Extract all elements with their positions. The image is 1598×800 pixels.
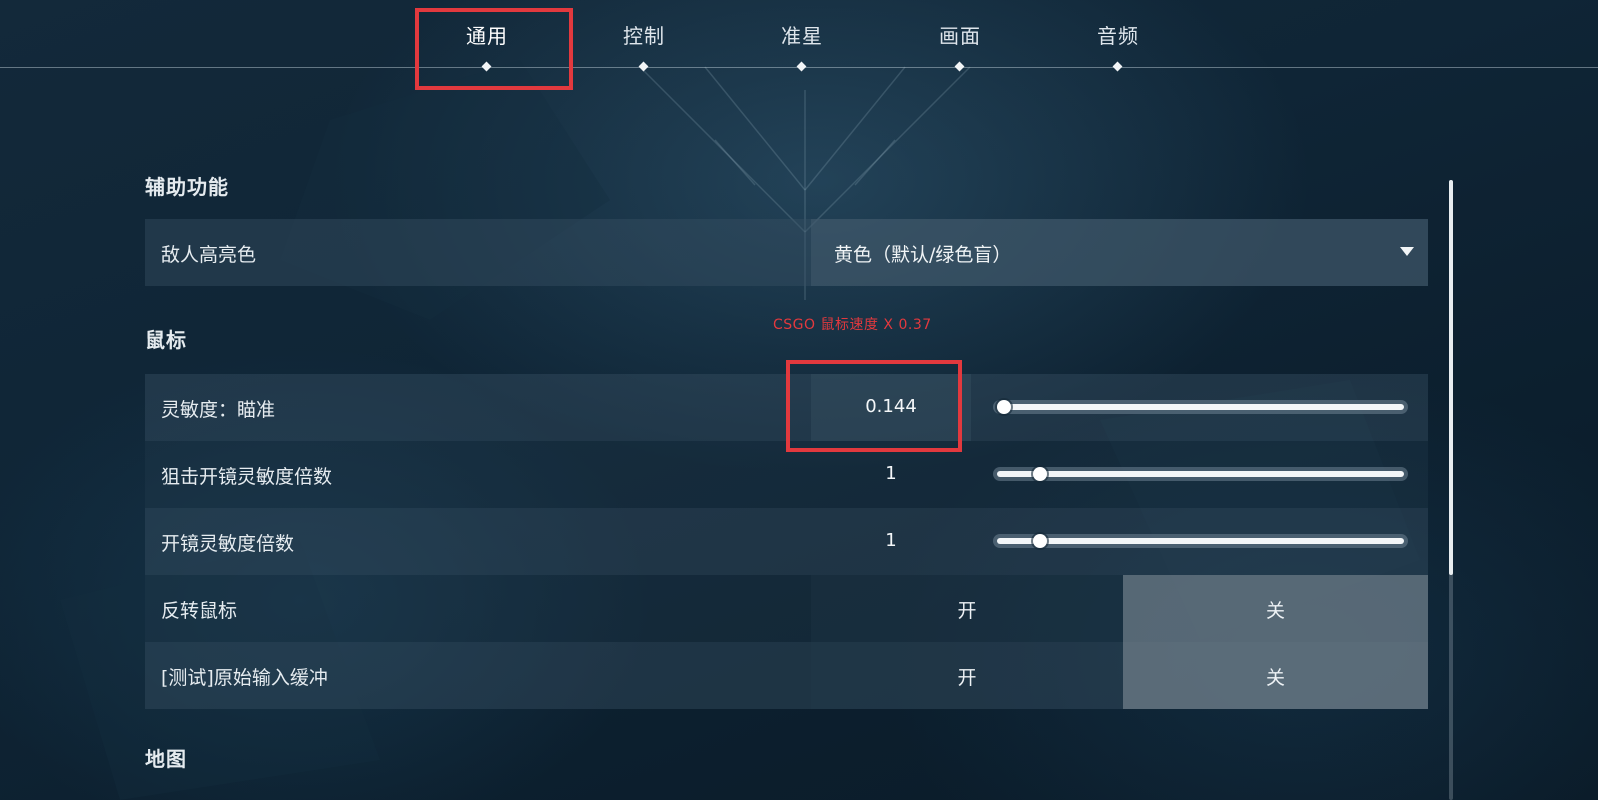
scrollbar-thumb[interactable] (1449, 180, 1453, 575)
tab-diamond-icon (796, 61, 807, 72)
slider-track (997, 471, 1404, 477)
slider-track (997, 404, 1404, 410)
raw-input-buffer-off-button[interactable]: 关 (1123, 642, 1428, 709)
setting-row-enemy-highlight: 敌人高亮色 黄色（默认/绿色盲） (145, 219, 1428, 286)
csgo-conversion-note: CSGO 鼠标速度 X 0.37 (773, 317, 932, 333)
tab-diamond-icon (954, 61, 965, 72)
section-title-mouse: 鼠标 (145, 328, 187, 352)
chevron-down-icon (1400, 247, 1414, 256)
section-title-map: 地图 (145, 747, 187, 771)
setting-label: 灵敏度：瞄准 (161, 399, 276, 421)
toggle-off-label: 关 (1265, 600, 1285, 622)
zoom-multiplier-value: 1 (885, 530, 897, 551)
tab-controls-label: 控制 (623, 24, 665, 48)
slider-track (997, 538, 1404, 544)
scrollbar[interactable] (1449, 180, 1453, 800)
setting-label: 敌人高亮色 (161, 244, 257, 266)
invert-mouse-on-button[interactable]: 开 (811, 575, 1123, 642)
sniper-zoom-multiplier-slider[interactable] (993, 467, 1408, 481)
tab-controls[interactable]: 控制 (569, 0, 719, 90)
setting-row-invert-mouse: 反转鼠标 开 关 (145, 575, 1428, 642)
invert-mouse-off-button[interactable]: 关 (1123, 575, 1428, 642)
tab-crosshair[interactable]: 准星 (727, 0, 877, 90)
tab-audio[interactable]: 音频 (1043, 0, 1193, 90)
setting-row-zoom-multiplier: 开镜灵敏度倍数 1 (145, 508, 1428, 575)
sniper-zoom-multiplier-value: 1 (885, 463, 897, 484)
enemy-highlight-dropdown[interactable]: 黄色（默认/绿色盲） (811, 219, 1428, 286)
tab-diamond-icon (1112, 61, 1123, 72)
zoom-multiplier-slider[interactable] (993, 534, 1408, 548)
sensitivity-highlight-annotation (786, 360, 962, 452)
setting-label: 狙击开镜灵敏度倍数 (161, 466, 333, 488)
tab-audio-label: 音频 (1097, 24, 1139, 48)
section-title-accessibility: 辅助功能 (145, 175, 229, 199)
slider-thumb[interactable] (997, 400, 1011, 414)
tab-crosshair-label: 准星 (781, 24, 823, 48)
raw-input-buffer-on-button[interactable]: 开 (811, 642, 1123, 709)
slider-thumb[interactable] (1033, 534, 1047, 548)
toggle-off-label: 关 (1265, 667, 1285, 689)
tab-video-label: 画面 (939, 24, 981, 48)
setting-label: 开镜灵敏度倍数 (161, 533, 295, 555)
setting-label: [测试]原始输入缓冲 (161, 667, 328, 689)
setting-label: 反转鼠标 (161, 600, 238, 622)
setting-row-raw-input-buffer: [测试]原始输入缓冲 开 关 (145, 642, 1428, 709)
tab-diamond-icon (638, 61, 649, 72)
top-navigation: 通用 控制 准星 画面 音频 (0, 0, 1598, 90)
zoom-multiplier-input[interactable]: 1 (811, 508, 971, 575)
dropdown-selected-value: 黄色（默认/绿色盲） (834, 244, 1012, 266)
tab-video[interactable]: 画面 (885, 0, 1035, 90)
slider-thumb[interactable] (1033, 467, 1047, 481)
toggle-on-label: 开 (957, 667, 977, 689)
sensitivity-aim-slider[interactable] (993, 400, 1408, 414)
toggle-on-label: 开 (957, 600, 977, 622)
tab-highlight-annotation (415, 8, 573, 90)
